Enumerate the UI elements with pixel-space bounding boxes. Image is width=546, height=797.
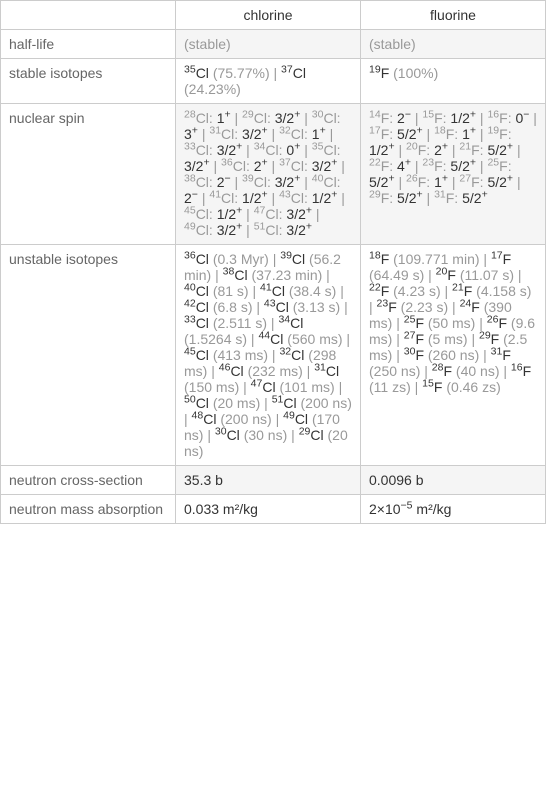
label-halflife: half-life <box>1 30 176 59</box>
spin-chlorine: 28Cl: 1+ | 29Cl: 3/2+ | 30Cl: 3+ | 31Cl:… <box>176 104 361 245</box>
label-spin: nuclear spin <box>1 104 176 245</box>
stable-fluorine: 19F (100%) <box>361 59 546 104</box>
header-fluorine: fluorine <box>361 1 546 30</box>
label-unstable: unstable isotopes <box>1 245 176 466</box>
unstable-chlorine: 36Cl (0.3 Myr) | 39Cl (56.2 min) | 38Cl … <box>176 245 361 466</box>
label-ncross: neutron cross-section <box>1 466 176 495</box>
label-stable: stable isotopes <box>1 59 176 104</box>
unstable-fluorine: 18F (109.771 min) | 17F (64.49 s) | 20F … <box>361 245 546 466</box>
halflife-chlorine: (stable) <box>176 30 361 59</box>
label-nmass: neutron mass absorption <box>1 495 176 524</box>
halflife-fluorine: (stable) <box>361 30 546 59</box>
nmass-chlorine: 0.033 m²/kg <box>176 495 361 524</box>
stable-chlorine: 35Cl (75.77%) | 37Cl (24.23%) <box>176 59 361 104</box>
ncross-fluorine: 0.0096 b <box>361 466 546 495</box>
header-chlorine: chlorine <box>176 1 361 30</box>
empty-header <box>1 1 176 30</box>
spin-fluorine: 14F: 2− | 15F: 1/2+ | 16F: 0− | 17F: 5/2… <box>361 104 546 245</box>
comparison-table: chlorine fluorine half-life (stable) (st… <box>0 0 546 524</box>
ncross-chlorine: 35.3 b <box>176 466 361 495</box>
nmass-fluorine: 2×10−5 m²/kg <box>361 495 546 524</box>
